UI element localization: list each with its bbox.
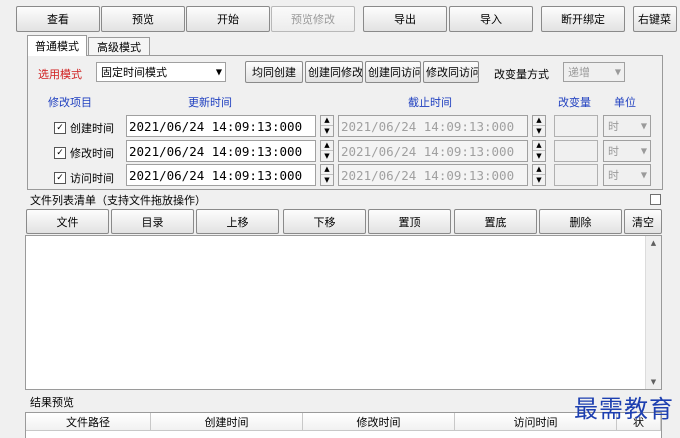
scroll-up-icon[interactable]: ▲ (646, 236, 661, 250)
column-item: 修改项目 (48, 96, 92, 109)
spin-arrows-icon[interactable]: ▲ ▼ (320, 115, 334, 137)
access-time-label: 访问时间 (70, 172, 114, 185)
column-change-amount: 改变量 (558, 96, 591, 109)
file-list-option-checkbox[interactable] (650, 194, 661, 205)
file-list-scrollbar[interactable]: ▲ ▼ (645, 236, 661, 389)
move-bottom-button[interactable]: 置底 (454, 209, 537, 234)
spin-arrows-icon[interactable]: ▲ ▼ (532, 115, 546, 137)
preview-modify-button[interactable]: 预览修改 (271, 6, 355, 32)
all-same-as-create-button[interactable]: 均同创建 (245, 61, 303, 83)
create-same-as-access-button[interactable]: 创建同访问 (365, 61, 421, 83)
results-header-modify[interactable]: 修改时间 (303, 413, 455, 431)
access-update-time-input[interactable]: 2021/06/24 14:09:13:000 (126, 164, 316, 186)
clear-button[interactable]: 清空 (624, 209, 662, 234)
move-up-button[interactable]: 上移 (196, 209, 279, 234)
modify-time-checkbox[interactable]: ✓ 修改时间 (54, 145, 114, 161)
column-update-time: 更新时间 (188, 96, 232, 109)
results-title: 结果预览 (30, 396, 74, 409)
add-directory-button[interactable]: 目录 (111, 209, 194, 234)
modify-time-label: 修改时间 (70, 147, 114, 160)
create-time-checkbox[interactable]: ✓ 创建时间 (54, 120, 114, 136)
create-same-as-modify-button[interactable]: 创建同修改 (305, 61, 363, 83)
file-list-box[interactable]: ▲ ▼ (25, 235, 662, 390)
create-end-time-input[interactable]: 2021/06/24 14:09:13:000 (338, 115, 528, 137)
mode-select-value: 固定时间模式 (101, 66, 167, 79)
results-header-path[interactable]: 文件路径 (26, 413, 151, 431)
view-button[interactable]: 查看 (16, 6, 100, 32)
check-icon: ✓ (54, 172, 66, 184)
column-end-time: 截止时间 (408, 96, 452, 109)
chevron-down-icon: ▼ (640, 170, 647, 180)
right-click-menu-button[interactable]: 右键菜 (633, 6, 677, 32)
check-icon: ✓ (54, 122, 66, 134)
access-unit-select[interactable]: 时 ▼ (603, 164, 651, 186)
tab-advanced-mode[interactable]: 高级模式 (88, 37, 150, 56)
create-change-amount-field[interactable] (554, 115, 598, 137)
mode-label: 选用模式 (38, 68, 82, 81)
tab-normal-mode[interactable]: 普通模式 (27, 35, 87, 56)
modify-change-amount-field[interactable] (554, 140, 598, 162)
chevron-down-icon: ▼ (215, 67, 222, 77)
create-update-time-input[interactable]: 2021/06/24 14:09:13:000 (126, 115, 316, 137)
modify-update-time-input[interactable]: 2021/06/24 14:09:13:000 (126, 140, 316, 162)
chevron-down-icon: ▼ (640, 121, 647, 131)
modify-unit-value: 时 (608, 145, 619, 158)
access-end-time-input[interactable]: 2021/06/24 14:09:13:000 (338, 164, 528, 186)
add-file-button[interactable]: 文件 (26, 209, 109, 234)
watermark-logo: 最需教育 (574, 395, 674, 423)
move-down-button[interactable]: 下移 (283, 209, 366, 234)
change-method-label: 改变量方式 (494, 68, 549, 81)
chevron-down-icon: ▼ (614, 67, 621, 77)
results-header-create[interactable]: 创建时间 (151, 413, 303, 431)
check-icon: ✓ (54, 147, 66, 159)
column-unit: 单位 (614, 96, 636, 109)
modify-unit-select[interactable]: 时 ▼ (603, 140, 651, 162)
scroll-down-icon[interactable]: ▼ (646, 375, 661, 389)
file-list-title: 文件列表清单（支持文件拖放操作） (30, 194, 206, 207)
modify-end-time-input[interactable]: 2021/06/24 14:09:13:000 (338, 140, 528, 162)
spin-arrows-icon[interactable]: ▲ ▼ (532, 140, 546, 162)
results-table[interactable]: 文件路径 创建时间 修改时间 访问时间 状 (25, 412, 662, 438)
access-time-checkbox[interactable]: ✓ 访问时间 (54, 170, 114, 186)
chevron-down-icon: ▼ (640, 146, 647, 156)
spin-arrows-icon[interactable]: ▲ ▼ (320, 164, 334, 186)
access-change-amount-field[interactable] (554, 164, 598, 186)
create-unit-value: 时 (608, 120, 619, 133)
export-button[interactable]: 导出 (363, 6, 447, 32)
unbind-button[interactable]: 断开绑定 (541, 6, 625, 32)
access-unit-value: 时 (608, 169, 619, 182)
modify-same-as-access-button[interactable]: 修改同访问 (423, 61, 479, 83)
delete-button[interactable]: 删除 (539, 209, 622, 234)
create-unit-select[interactable]: 时 ▼ (603, 115, 651, 137)
spin-arrows-icon[interactable]: ▲ ▼ (320, 140, 334, 162)
move-top-button[interactable]: 置顶 (368, 209, 451, 234)
preview-button[interactable]: 预览 (101, 6, 185, 32)
create-time-label: 创建时间 (70, 122, 114, 135)
change-method-value: 递增 (568, 66, 590, 79)
change-method-select[interactable]: 递增 ▼ (563, 62, 625, 82)
start-button[interactable]: 开始 (186, 6, 270, 32)
import-button[interactable]: 导入 (449, 6, 533, 32)
mode-select[interactable]: 固定时间模式 ▼ (96, 62, 226, 82)
spin-arrows-icon[interactable]: ▲ ▼ (532, 164, 546, 186)
